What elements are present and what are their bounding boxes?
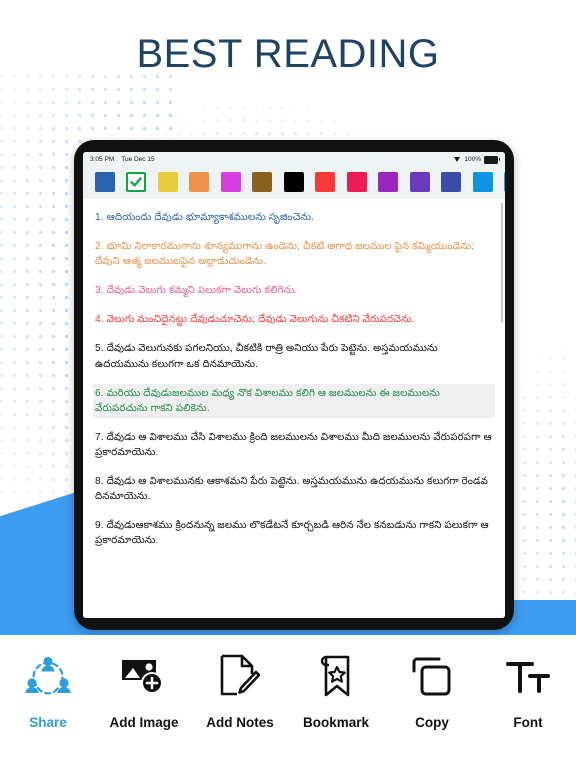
swatch-box-yellow (157, 172, 178, 192)
swatch-box-sky-blue (472, 172, 493, 192)
verse-6[interactable]: 6. మరియు దేవుడుజలముల మధ్య నొక విశాలము కల… (93, 383, 495, 418)
toolbar-label-add-notes: Add Notes (206, 715, 274, 730)
share-people-icon (25, 651, 71, 703)
status-bar: 3:05 PM Tue Dec 15 100% (83, 152, 505, 167)
color-swatch-light-blue[interactable] (499, 172, 505, 192)
battery-percent: 100% (464, 156, 481, 163)
add-image-icon (121, 651, 167, 703)
status-bar-left: 3:05 PM Tue Dec 15 (90, 156, 155, 163)
copy-icon (410, 651, 454, 703)
color-swatch-crimson[interactable] (341, 172, 373, 192)
swatch-box-orange (189, 172, 210, 192)
color-swatch-sky-blue[interactable] (467, 172, 499, 192)
toolbar-item-share[interactable]: Share (0, 651, 96, 730)
status-bar-right: 100% (454, 155, 500, 164)
color-swatch-blue[interactable] (89, 172, 121, 192)
swatch-box-crimson (346, 172, 367, 192)
verse-9[interactable]: 9. దేవుడుఆకాశము క్రిందనున్న జలము లొకడేటన… (93, 516, 495, 550)
color-swatch-orange[interactable] (184, 172, 216, 192)
battery-icon (484, 155, 500, 164)
swatch-box-brown (252, 172, 273, 192)
verse-3[interactable]: 3. దేవుడు వెలుగు కమ్మని పలుకగా వెలుగు కల… (93, 281, 495, 300)
swatch-box-magenta (220, 172, 241, 192)
color-swatch-green[interactable] (121, 172, 153, 192)
bottom-action-toolbar[interactable]: Share Add Image Add Notes Bookmark Copy Font (0, 635, 576, 768)
color-swatch-violet[interactable] (404, 172, 436, 192)
swatch-box-red (315, 172, 336, 192)
screenshot-root: BEST READING 3:05 PM Tue Dec 15 100% 1. … (0, 0, 576, 768)
color-swatch-red[interactable] (310, 172, 342, 192)
toolbar-item-bookmark[interactable]: Bookmark (288, 651, 384, 730)
toolbar-label-font: Font (513, 715, 543, 730)
add-notes-icon (219, 651, 261, 703)
toolbar-label-copy: Copy (415, 715, 449, 730)
swatch-box-green (126, 172, 147, 192)
verse-1[interactable]: 1. ఆదియందు దేవుడు భూమ్యాకాశములను సృజించె… (93, 208, 495, 227)
swatch-box-blue (94, 172, 115, 192)
checkmark-icon (130, 177, 143, 187)
color-swatch-black[interactable] (278, 172, 310, 192)
font-size-icon (506, 651, 550, 703)
reader-scrollbar[interactable] (501, 203, 503, 323)
color-swatch-yellow[interactable] (152, 172, 184, 192)
swatch-box-purple (378, 172, 399, 192)
toolbar-item-copy[interactable]: Copy (384, 651, 480, 730)
wifi-icon (454, 156, 461, 163)
bookmark-star-icon (320, 655, 350, 697)
add-notes-icon (220, 654, 261, 696)
swatch-box-light-blue (504, 172, 505, 192)
toolbar-item-add-image[interactable]: Add Image (96, 651, 192, 730)
add-image-icon (122, 660, 163, 694)
copy-icon (412, 657, 451, 696)
reader-text-area[interactable]: 1. ఆదియందు దేవుడు భూమ్యాకాశములను సృజించె… (83, 199, 505, 618)
verse-4[interactable]: 4. వెలుగు మంచిదైనట్టు దేవుడుచూచెను; దేవు… (93, 310, 495, 329)
color-swatch-magenta[interactable] (215, 172, 247, 192)
status-date: Tue Dec 15 (121, 156, 155, 163)
tablet-screen: 3:05 PM Tue Dec 15 100% 1. ఆదియందు దేవుడ… (83, 152, 505, 618)
toolbar-label-bookmark: Bookmark (302, 715, 370, 730)
page-title: BEST READING (136, 32, 440, 76)
toolbar-item-add-notes[interactable]: Add Notes (192, 651, 288, 730)
verse-2[interactable]: 2. భూమి నిరాకారముగాను శూన్యముగాను ఉండెను… (93, 237, 495, 271)
toolbar-label-share: Share (29, 715, 67, 730)
color-palette-toolbar[interactable] (83, 167, 505, 199)
font-size-icon (506, 662, 550, 693)
bookmark-star-icon (318, 651, 354, 703)
color-swatch-brown[interactable] (247, 172, 279, 192)
toolbar-label-add-image: Add Image (109, 715, 179, 730)
color-swatch-indigo[interactable] (436, 172, 468, 192)
swatch-box-violet (409, 172, 430, 192)
tablet-device-frame: 3:05 PM Tue Dec 15 100% 1. ఆదియందు దేవుడ… (74, 140, 514, 630)
verse-7[interactable]: 7. దేవుడు ఆ విశాలము చేసి విశాలము క్రింది… (93, 428, 495, 462)
status-time: 3:05 PM (90, 156, 115, 163)
toolbar-item-font[interactable]: Font (480, 651, 576, 730)
verse-5[interactable]: 5. దేవుడు వెలుగునకు పగలనియు, చీకటికి రాత… (93, 339, 495, 373)
swatch-box-indigo (441, 172, 462, 192)
verse-8[interactable]: 8. దేవుడు ఆ విశాలమునకు ఆకాశమని పేరు పెట్… (93, 472, 495, 506)
share-people-icon (25, 656, 71, 695)
color-swatch-purple[interactable] (373, 172, 405, 192)
swatch-box-black (283, 172, 304, 192)
